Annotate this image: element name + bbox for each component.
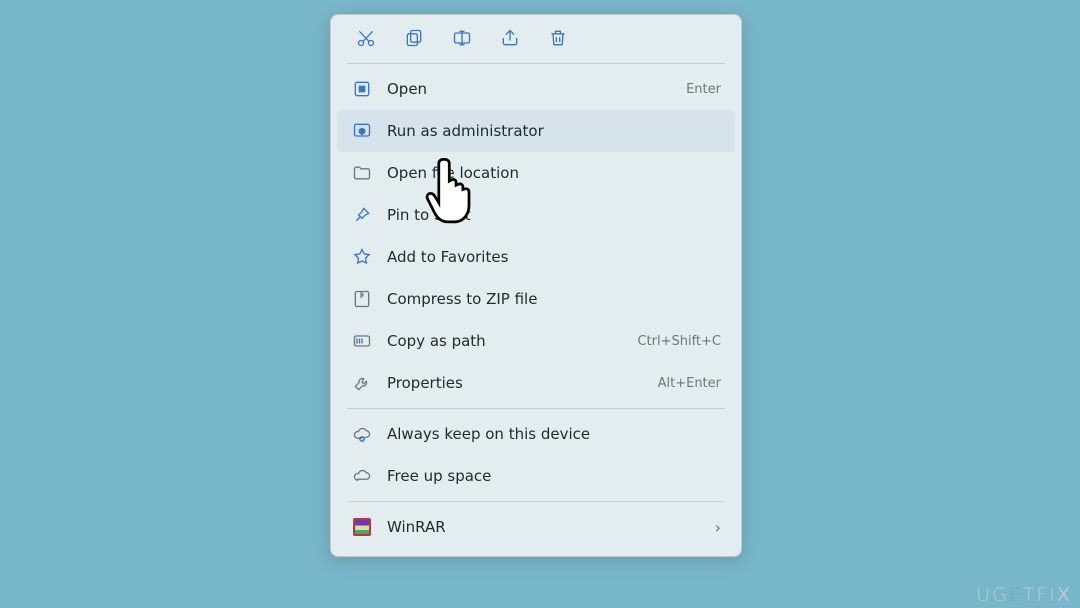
- menu-item-favorites[interactable]: Add to Favorites: [337, 236, 735, 278]
- menu-item-winrar[interactable]: WinRAR ›: [337, 506, 735, 548]
- menu-label: Pin to Start: [387, 206, 721, 224]
- menu-item-copy-path[interactable]: Copy as path Ctrl+Shift+C: [337, 320, 735, 362]
- rename-icon[interactable]: [451, 27, 473, 49]
- watermark-logo: UGETFIX: [976, 584, 1072, 606]
- menu-item-pin[interactable]: Pin to Start: [337, 194, 735, 236]
- separator: [347, 501, 725, 502]
- open-icon: [351, 78, 373, 100]
- menu-shortcut: Ctrl+Shift+C: [637, 334, 721, 349]
- menu-item-free-up[interactable]: Free up space: [337, 455, 735, 497]
- menu-label: Free up space: [387, 467, 721, 485]
- menu-label: WinRAR: [387, 518, 715, 536]
- folder-icon: [351, 162, 373, 184]
- cloud-free-icon: [351, 465, 373, 487]
- shield-icon: [351, 120, 373, 142]
- menu-label: Run as administrator: [387, 122, 721, 140]
- menu-item-zip[interactable]: Compress to ZIP file: [337, 278, 735, 320]
- menu-item-always-keep[interactable]: Always keep on this device: [337, 413, 735, 455]
- menu-label: Open file location: [387, 164, 721, 182]
- copy-icon[interactable]: [403, 27, 425, 49]
- menu-label: Always keep on this device: [387, 425, 721, 443]
- menu-label: Properties: [387, 374, 658, 392]
- context-toolbar: [337, 21, 735, 59]
- menu-label: Add to Favorites: [387, 248, 721, 266]
- pin-icon: [351, 204, 373, 226]
- cut-icon[interactable]: [355, 27, 377, 49]
- context-menu: Open Enter Run as administrator Open fil…: [330, 14, 742, 557]
- zip-icon: [351, 288, 373, 310]
- star-icon: [351, 246, 373, 268]
- path-icon: [351, 330, 373, 352]
- menu-item-open-location[interactable]: Open file location: [337, 152, 735, 194]
- menu-label: Compress to ZIP file: [387, 290, 721, 308]
- delete-icon[interactable]: [547, 27, 569, 49]
- menu-item-open[interactable]: Open Enter: [337, 68, 735, 110]
- winrar-icon: [351, 516, 373, 538]
- menu-item-properties[interactable]: Properties Alt+Enter: [337, 362, 735, 404]
- menu-shortcut: Enter: [686, 82, 721, 97]
- separator: [347, 408, 725, 409]
- cloud-keep-icon: [351, 423, 373, 445]
- chevron-right-icon: ›: [715, 518, 721, 537]
- menu-item-run-as-admin[interactable]: Run as administrator: [337, 110, 735, 152]
- menu-label: Open: [387, 80, 686, 98]
- share-icon[interactable]: [499, 27, 521, 49]
- separator: [347, 63, 725, 64]
- menu-label: Copy as path: [387, 332, 637, 350]
- wrench-icon: [351, 372, 373, 394]
- menu-shortcut: Alt+Enter: [658, 376, 721, 391]
